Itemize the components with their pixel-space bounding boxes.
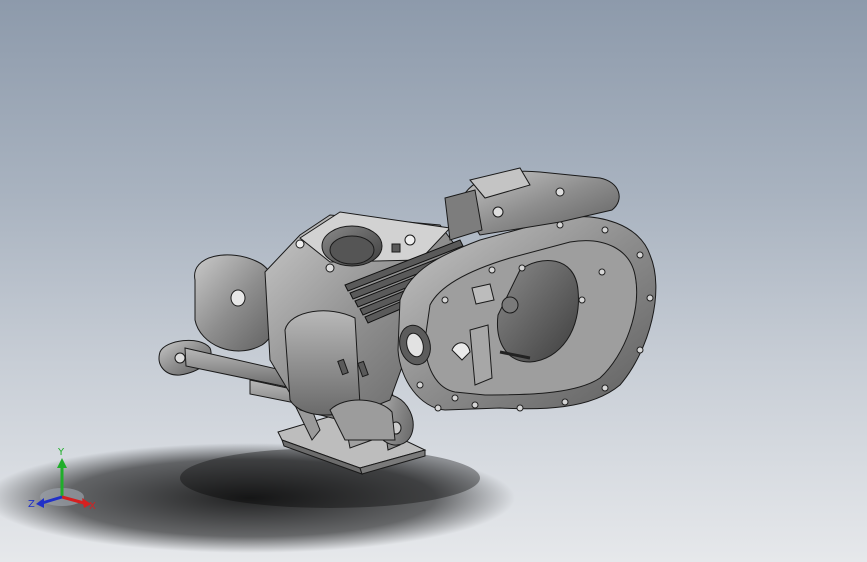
triad-x-label: X <box>89 501 96 512</box>
engine-crankcase-model[interactable] <box>158 167 657 475</box>
triad-z-label: Z <box>28 499 35 510</box>
cad-scene[interactable]: Y X Z <box>0 0 867 562</box>
graphics-viewport[interactable]: Y X Z <box>0 0 867 562</box>
triad-y-label: Y <box>57 447 65 458</box>
